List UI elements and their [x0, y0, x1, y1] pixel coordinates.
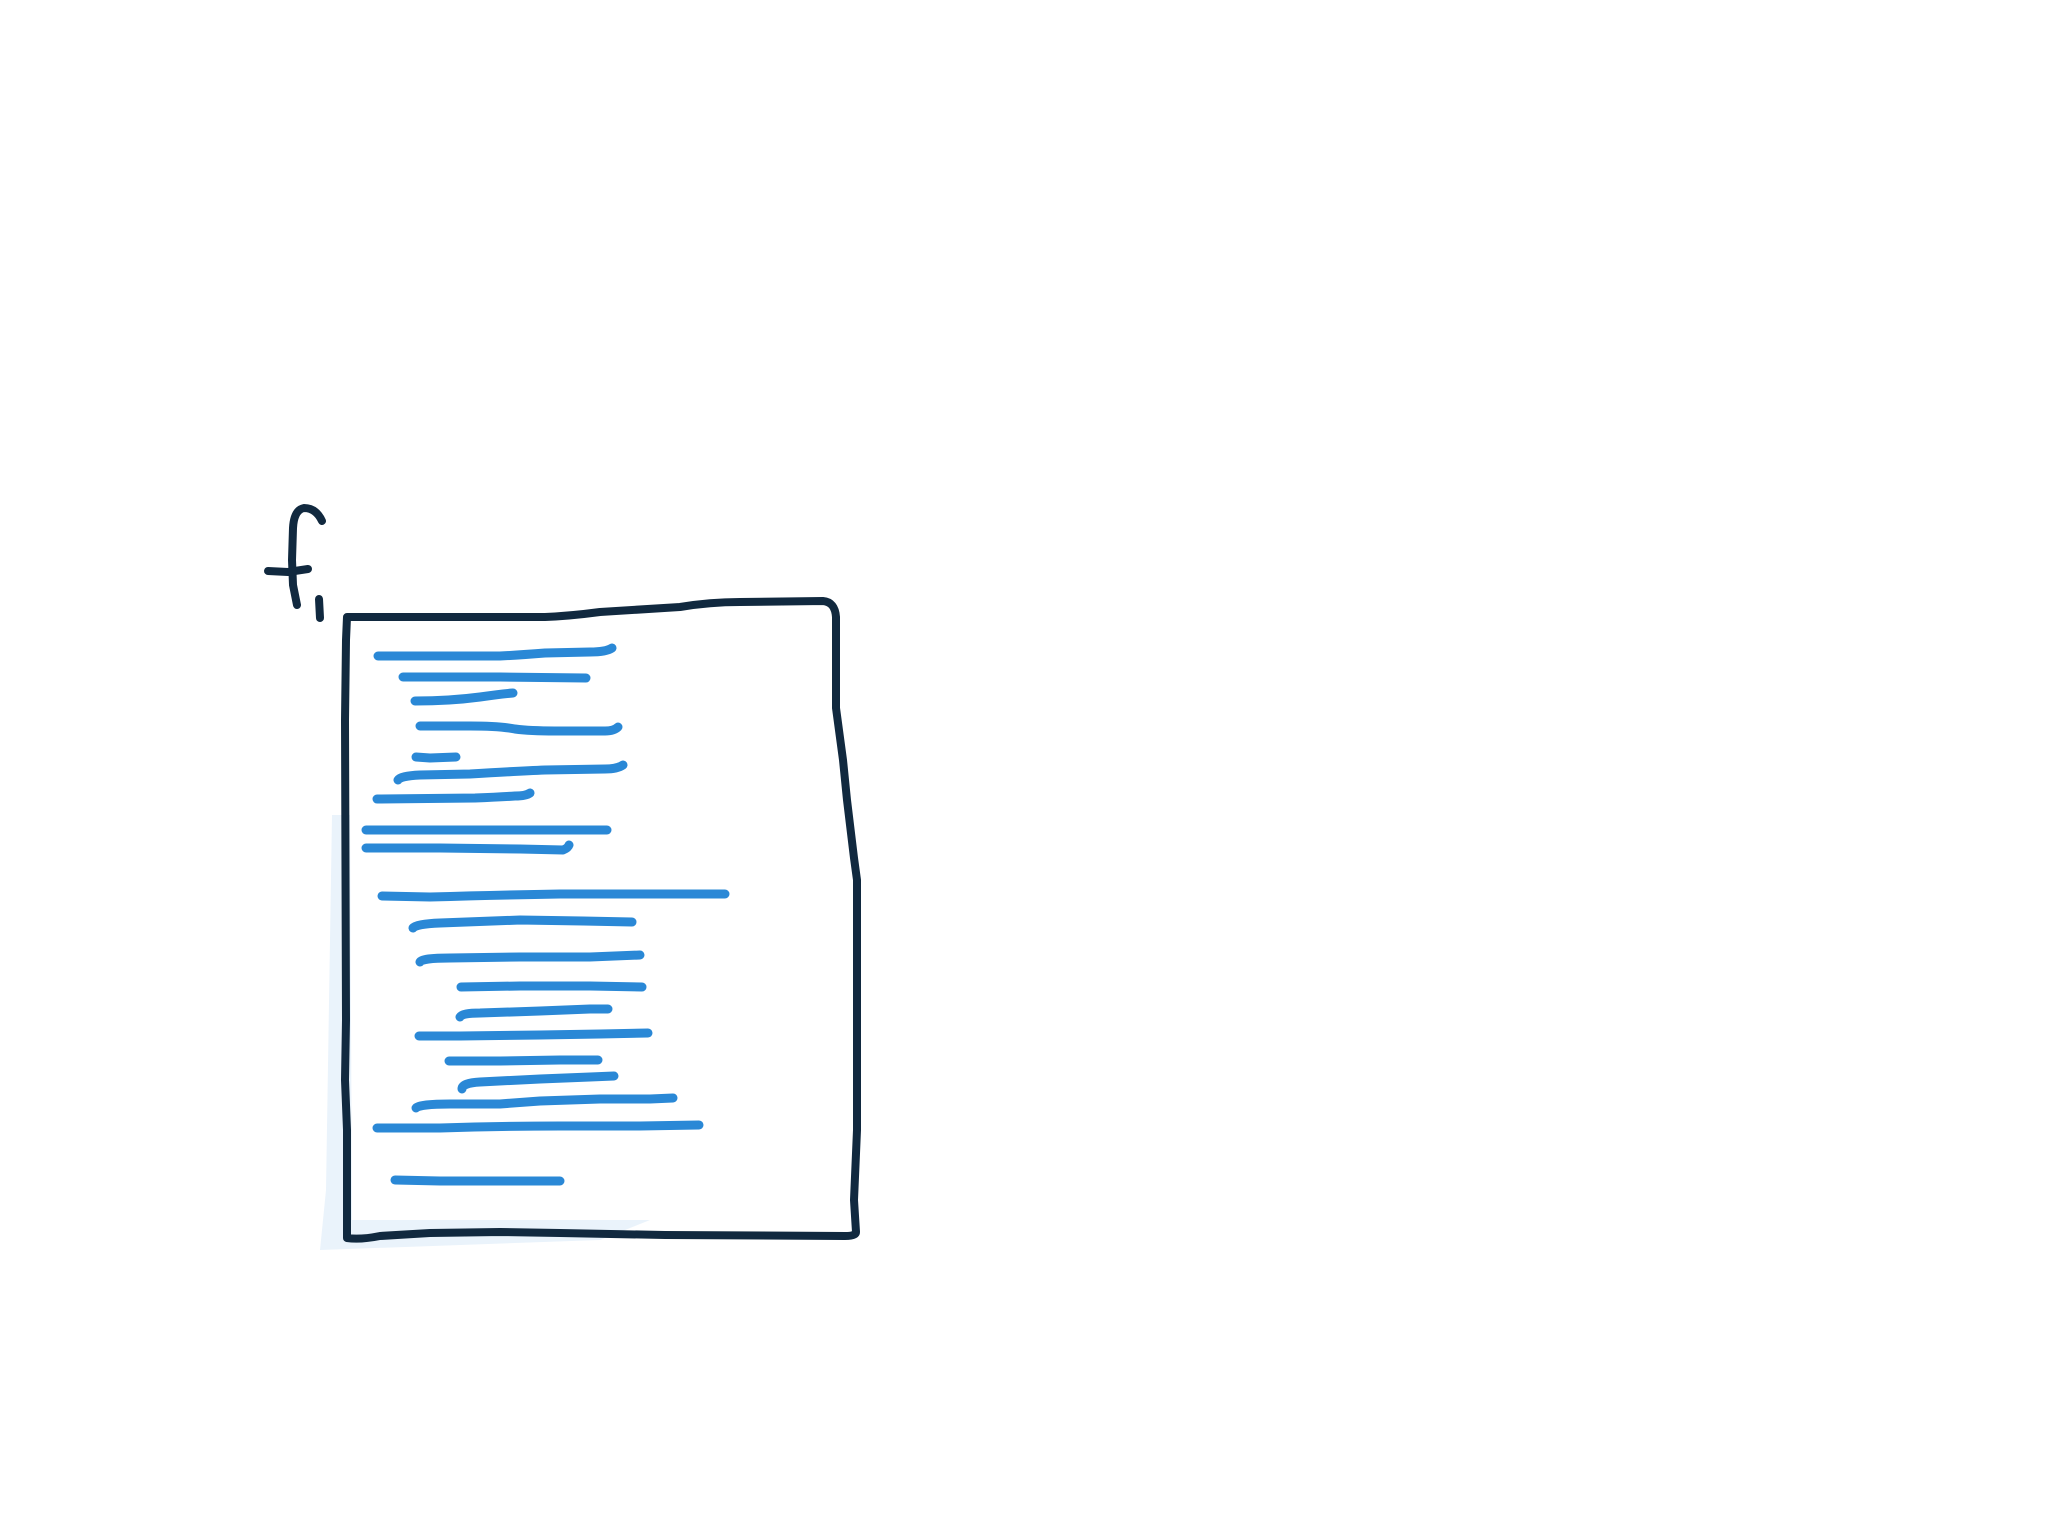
file-label-subscript: 1: [300, 590, 301, 592]
text-line-1: [373, 643, 617, 661]
text-line-7: [372, 788, 535, 804]
text-line-20: [390, 1175, 565, 1186]
text-line-9: [361, 840, 574, 855]
text-lines-group: [361, 643, 730, 1186]
text-line-6: [393, 760, 628, 785]
text-line-5: [411, 752, 461, 763]
text-line-4: [415, 721, 623, 736]
text-line-17: [457, 1071, 619, 1094]
text-line-3: [410, 688, 518, 706]
text-line-11: [408, 915, 637, 933]
letter-f-crossbar: [264, 565, 312, 576]
subscript-one-stroke: [315, 595, 324, 622]
sketch-canvas: f1: [264, 504, 861, 1250]
letter-f-stem: [288, 504, 326, 609]
text-line-14: [455, 1004, 613, 1022]
text-line-15: [414, 1028, 653, 1041]
text-line-10: [377, 889, 730, 902]
file-label: f1: [300, 589, 301, 592]
text-line-2: [398, 672, 591, 683]
text-line-13: [456, 981, 647, 992]
text-line-16: [444, 1055, 603, 1066]
text-line-18: [411, 1093, 678, 1113]
file-label-glyphs: [264, 504, 326, 622]
text-line-19: [372, 1120, 704, 1133]
text-line-12: [415, 950, 645, 967]
